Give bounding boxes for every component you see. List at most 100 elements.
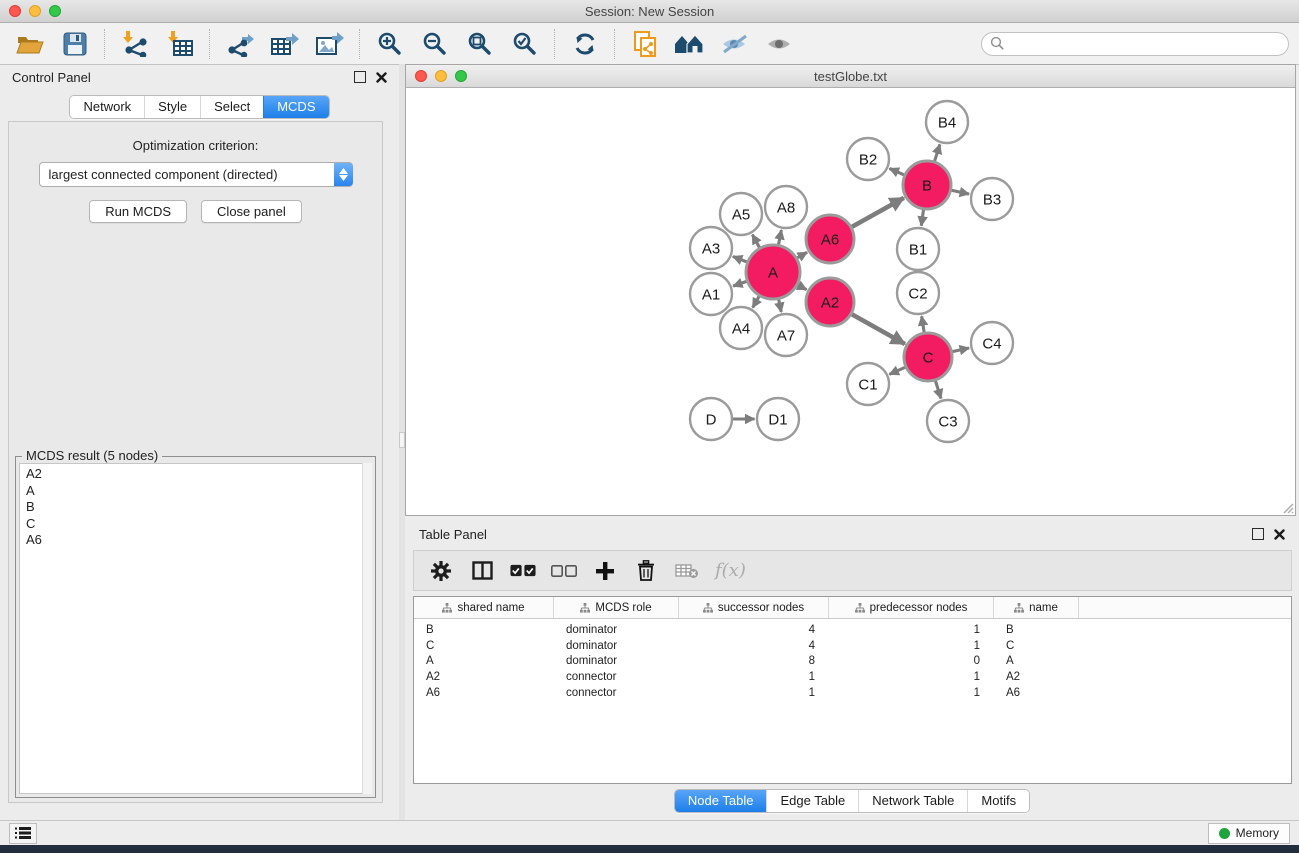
- show-hidden-icon[interactable]: [760, 27, 800, 61]
- table-cell[interactable]: 1: [679, 671, 829, 683]
- edge-A-A1[interactable]: [733, 281, 746, 286]
- select-all-columns-icon[interactable]: [510, 556, 536, 586]
- export-network-icon[interactable]: [220, 27, 260, 61]
- edge-C-C1[interactable]: [889, 367, 905, 374]
- result-scrollbar[interactable]: [362, 463, 372, 794]
- tab-edge-table[interactable]: Edge Table: [766, 790, 858, 812]
- table-cell[interactable]: 1: [829, 687, 994, 699]
- table-cell[interactable]: 1: [829, 640, 994, 652]
- show-column-icon[interactable]: [469, 556, 495, 586]
- tab-mcds[interactable]: MCDS: [263, 96, 328, 118]
- table-row[interactable]: Cdominator41C: [414, 638, 1291, 654]
- edge-C-C3[interactable]: [935, 381, 941, 399]
- node-B2[interactable]: B2: [847, 138, 889, 180]
- result-item[interactable]: C: [26, 516, 371, 533]
- result-item[interactable]: A6: [26, 532, 371, 549]
- node-B4[interactable]: B4: [926, 101, 968, 143]
- network-canvas[interactable]: B4B2BB3A5A8A6B1A3AC2A1A2A4A7C4CC1C3DD1: [406, 88, 1295, 515]
- float-table-panel-icon[interactable]: [1252, 528, 1264, 540]
- node-A5[interactable]: A5: [720, 193, 762, 235]
- refresh-icon[interactable]: [565, 27, 605, 61]
- table-row[interactable]: Bdominator41B: [414, 622, 1291, 638]
- export-table-icon[interactable]: [265, 27, 305, 61]
- node-C1[interactable]: C1: [847, 363, 889, 405]
- unselect-all-columns-icon[interactable]: [551, 556, 577, 586]
- table-cell[interactable]: dominator: [554, 655, 679, 667]
- node-A2[interactable]: A2: [806, 278, 854, 326]
- search-input[interactable]: [981, 32, 1289, 56]
- network-from-file-icon[interactable]: [625, 27, 665, 61]
- export-image-icon[interactable]: [310, 27, 350, 61]
- table-cell[interactable]: A6: [414, 687, 554, 699]
- table-cell[interactable]: dominator: [554, 640, 679, 652]
- edge-A6-B[interactable]: [852, 198, 904, 227]
- network-frame-titlebar[interactable]: testGlobe.txt: [406, 65, 1295, 88]
- table-cell[interactable]: B: [994, 624, 1079, 636]
- edge-A-A2[interactable]: [798, 285, 807, 290]
- edge-A-A4[interactable]: [753, 296, 759, 307]
- table-cell[interactable]: C: [994, 640, 1079, 652]
- delete-columns-icon[interactable]: [633, 556, 659, 586]
- mcds-result-list[interactable]: A2ABCA6: [19, 463, 372, 794]
- table-cell[interactable]: A2: [414, 671, 554, 683]
- table-cell[interactable]: dominator: [554, 624, 679, 636]
- table-row[interactable]: A2connector11A2: [414, 669, 1291, 685]
- zoom-in-icon[interactable]: [370, 27, 410, 61]
- node-C3[interactable]: C3: [927, 400, 969, 442]
- edge-A-A5[interactable]: [752, 235, 759, 248]
- result-item[interactable]: A: [26, 483, 371, 500]
- table-cell[interactable]: B: [414, 624, 554, 636]
- result-item[interactable]: B: [26, 499, 371, 516]
- column-header-successor-nodes[interactable]: successor nodes: [679, 597, 829, 618]
- node-A3[interactable]: A3: [690, 227, 732, 269]
- node-A1[interactable]: A1: [690, 273, 732, 315]
- import-network-icon[interactable]: [115, 27, 155, 61]
- result-item[interactable]: A2: [26, 466, 371, 483]
- net-close-button[interactable]: [415, 70, 427, 82]
- edge-B-B2[interactable]: [890, 168, 905, 174]
- edge-A-A6[interactable]: [797, 252, 807, 258]
- column-header-MCDS-role[interactable]: MCDS role: [554, 597, 679, 618]
- table-cell[interactable]: A: [994, 655, 1079, 667]
- memory-button[interactable]: Memory: [1208, 823, 1290, 844]
- close-window-button[interactable]: [9, 5, 21, 17]
- open-folder-icon[interactable]: [10, 27, 50, 61]
- edge-C-C2[interactable]: [922, 316, 925, 332]
- table-cell[interactable]: connector: [554, 687, 679, 699]
- edge-B-B4[interactable]: [935, 144, 940, 161]
- close-panel-icon[interactable]: [376, 72, 387, 83]
- node-C4[interactable]: C4: [971, 322, 1013, 364]
- net-minimize-button[interactable]: [435, 70, 447, 82]
- tab-network[interactable]: Network: [70, 96, 144, 118]
- zoom-out-icon[interactable]: [415, 27, 455, 61]
- tab-node-table[interactable]: Node Table: [675, 790, 767, 812]
- tab-motifs[interactable]: Motifs: [967, 790, 1029, 812]
- edge-A2-C[interactable]: [852, 314, 905, 344]
- node-B[interactable]: B: [903, 161, 951, 209]
- table-cell[interactable]: 0: [829, 655, 994, 667]
- import-table-icon[interactable]: [160, 27, 200, 61]
- edge-C-C4[interactable]: [952, 348, 969, 352]
- table-cell[interactable]: A6: [994, 687, 1079, 699]
- table-options-gear-icon[interactable]: [428, 556, 454, 586]
- zoom-selected-icon[interactable]: [505, 27, 545, 61]
- table-row[interactable]: A6connector11A6: [414, 685, 1291, 701]
- table-cell[interactable]: 1: [829, 671, 994, 683]
- run-mcds-button[interactable]: Run MCDS: [89, 200, 187, 223]
- edge-B-B1[interactable]: [921, 210, 923, 226]
- float-panel-icon[interactable]: [354, 71, 366, 83]
- node-B1[interactable]: B1: [897, 228, 939, 270]
- tab-select[interactable]: Select: [200, 96, 263, 118]
- criterion-dropdown[interactable]: largest connected component (directed): [39, 162, 353, 187]
- node-A4[interactable]: A4: [720, 307, 762, 349]
- zoom-window-button[interactable]: [49, 5, 61, 17]
- close-table-panel-icon[interactable]: [1274, 529, 1285, 540]
- column-header-predecessor-nodes[interactable]: predecessor nodes: [829, 597, 994, 618]
- node-A7[interactable]: A7: [765, 314, 807, 356]
- save-session-icon[interactable]: [55, 27, 95, 61]
- column-header-name[interactable]: name: [994, 597, 1079, 618]
- edge-A-A7[interactable]: [779, 299, 782, 312]
- resize-grip-icon[interactable]: [1280, 500, 1294, 514]
- edge-A-A3[interactable]: [733, 256, 747, 261]
- table-cell[interactable]: 4: [679, 640, 829, 652]
